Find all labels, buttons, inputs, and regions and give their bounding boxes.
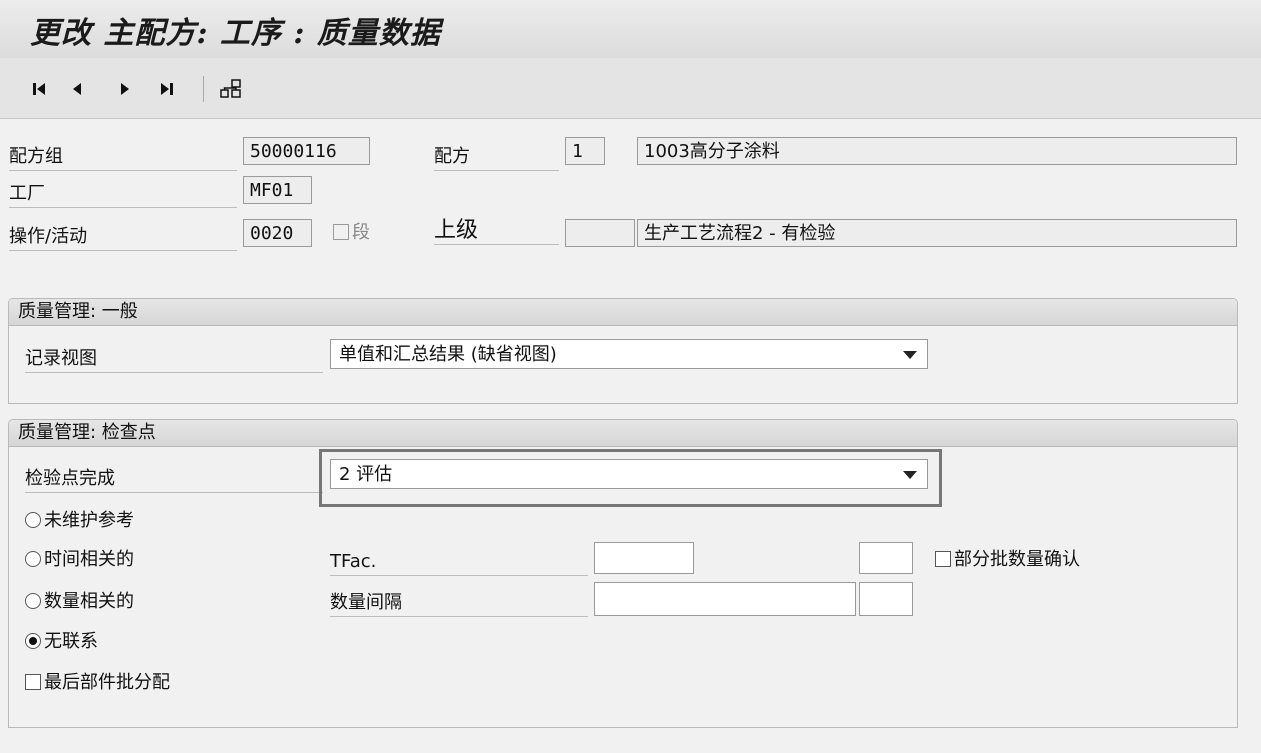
checkbox[interactable]	[25, 674, 41, 690]
qm-general-header: 质量管理: 一般	[9, 299, 1237, 326]
radio-no-reference[interactable]: 未维护参考	[25, 508, 134, 534]
phase-checkbox-box[interactable]	[333, 224, 349, 240]
qm-inspection-header: 质量管理: 检查点	[9, 420, 1237, 447]
superior-field	[565, 219, 635, 247]
completion-label: 检验点完成	[25, 466, 323, 493]
tfac-unit-field[interactable]	[859, 542, 913, 574]
recipe-field[interactable]: 1	[565, 137, 605, 165]
hierarchy-icon[interactable]	[218, 78, 244, 100]
partial-lot-checkbox[interactable]: 部分批数量确认	[935, 547, 1080, 573]
toolbar-separator	[203, 76, 204, 102]
tfac-label: TFac.	[330, 549, 588, 576]
record-view-dropdown[interactable]: 单值和汇总结果 (缺省视图)	[330, 339, 928, 369]
radio-button[interactable]	[25, 551, 41, 567]
operation-label: 操作/活动	[9, 224, 237, 251]
plant-label: 工厂	[9, 181, 237, 208]
chevron-down-icon[interactable]	[903, 471, 917, 479]
radio-time-related[interactable]: 时间相关的	[25, 547, 134, 573]
tfac-field[interactable]	[594, 542, 694, 574]
next-page-icon[interactable]	[114, 78, 136, 100]
completion-dropdown[interactable]: 2 评估	[330, 459, 928, 489]
radio-button-selected[interactable]	[25, 633, 41, 649]
plant-field[interactable]: MF01	[243, 176, 312, 204]
quantity-interval-field[interactable]	[594, 582, 856, 616]
chevron-down-icon[interactable]	[903, 351, 917, 359]
radio-quantity-related[interactable]: 数量相关的	[25, 589, 134, 615]
previous-page-icon[interactable]	[66, 78, 88, 100]
toolbar	[0, 58, 1261, 119]
operation-field[interactable]: 0020	[243, 219, 312, 247]
phase-label: 段	[352, 222, 370, 243]
checkbox-label: 最后部件批分配	[44, 672, 170, 693]
record-view-label: 记录视图	[25, 346, 323, 373]
phase-checkbox[interactable]: 段	[333, 220, 370, 246]
radio-label: 数量相关的	[44, 591, 134, 612]
last-page-icon[interactable]	[156, 78, 178, 100]
recipe-description: 1003高分子涂料	[637, 137, 1237, 165]
radio-label: 无联系	[44, 631, 98, 652]
recipe-group-field[interactable]: 50000116	[243, 137, 370, 165]
superior-label: 上级	[434, 218, 559, 245]
quantity-interval-unit-field[interactable]	[859, 582, 913, 616]
last-batch-checkbox[interactable]: 最后部件批分配	[25, 670, 170, 696]
checkbox[interactable]	[935, 551, 951, 567]
record-view-value: 单值和汇总结果 (缺省视图)	[339, 344, 557, 365]
first-page-icon[interactable]	[28, 78, 50, 100]
radio-no-relation[interactable]: 无联系	[25, 629, 98, 655]
radio-button[interactable]	[25, 512, 41, 528]
radio-label: 未维护参考	[44, 510, 134, 531]
superior-description: 生产工艺流程2 - 有检验	[637, 219, 1237, 247]
radio-button[interactable]	[25, 593, 41, 609]
radio-label: 时间相关的	[44, 549, 134, 570]
quantity-interval-label: 数量间隔	[330, 590, 588, 617]
page-title: 更改 主配方: 工序 : 质量数据	[30, 16, 441, 51]
recipe-label: 配方	[434, 144, 559, 171]
checkbox-label: 部分批数量确认	[954, 549, 1080, 570]
recipe-group-label: 配方组	[9, 144, 237, 171]
completion-value: 2 评估	[339, 464, 393, 485]
